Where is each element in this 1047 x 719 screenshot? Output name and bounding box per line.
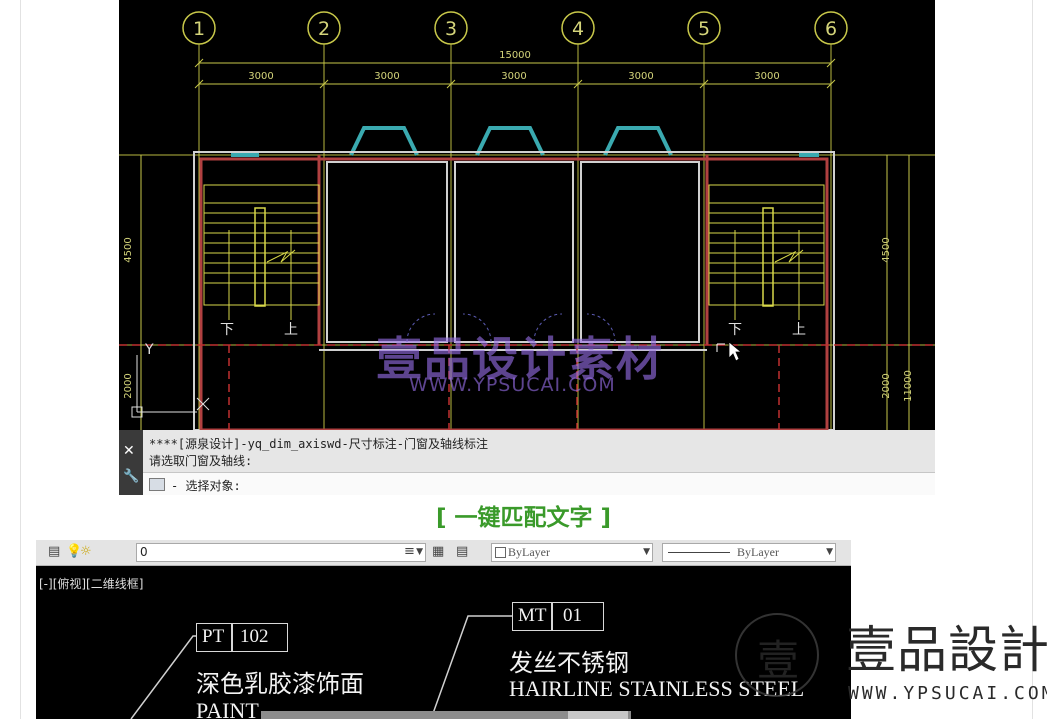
- tag-divider: [551, 603, 553, 630]
- dim-right-4500: 4500: [881, 237, 892, 262]
- svg-text:6: 6: [825, 18, 837, 40]
- tag-code: MT: [518, 605, 547, 626]
- logo-name: 壹品設計: [846, 621, 1047, 679]
- cad-floorplan-screenshot: 1 2 3 4 5 6 15000 3000 3000 3000 3000 30…: [119, 0, 935, 495]
- axis-bubble-4: 4: [561, 11, 595, 45]
- command-input[interactable]: - 选择对象:: [143, 472, 935, 495]
- dialog-titlebar-edge: [568, 711, 628, 719]
- dim-overall: 15000: [499, 50, 531, 61]
- section-caption: [ 一键匹配文字 ]: [435, 505, 612, 531]
- bay-windows: [231, 126, 819, 157]
- dim-bay-4: 3000: [628, 71, 653, 82]
- axis-bubble-3: 3: [434, 11, 468, 45]
- tag-number: 01: [563, 605, 582, 626]
- page-border-left: [20, 0, 21, 719]
- command-line-sidebar: ✕ 🔧: [119, 430, 143, 495]
- dim-left-2000: 2000: [123, 373, 134, 398]
- ucs-icon: [131, 355, 210, 418]
- dim-right-11000: 11000: [903, 370, 914, 402]
- svg-text:4: 4: [572, 18, 584, 40]
- material-en-text[interactable]: PAINT: [196, 698, 259, 719]
- stair-left: [203, 184, 320, 320]
- ucs-y-label: Y: [144, 342, 154, 358]
- cad-text-screenshot: ▤ 💡 ☼ 0 ▼ ≡ ▦ ▤ ByLayer ▼ ByLayer ▼ [-][…: [36, 540, 851, 719]
- axis-bubble-6: 6: [814, 11, 848, 45]
- material-cn-text[interactable]: 深色乳胶漆饰面: [196, 664, 364, 699]
- axis-bubble-5: 5: [687, 11, 721, 45]
- axis-bubble-1: 1: [182, 11, 216, 45]
- svg-text:3: 3: [445, 18, 457, 40]
- command-history-line-2: 请选取门窗及轴线:: [149, 454, 253, 468]
- dim-bay-5: 3000: [754, 71, 779, 82]
- svg-text:5: 5: [698, 18, 710, 40]
- axis-bubble-2: 2: [307, 11, 341, 45]
- material-tag-mt[interactable]: MT 01: [512, 602, 604, 631]
- close-icon[interactable]: ✕: [123, 443, 135, 459]
- wrench-icon[interactable]: 🔧: [123, 469, 139, 485]
- command-history-line-1: ****[源泉设计]-yq_dim_axiswd-尺寸标注-门窗及轴线标注: [149, 437, 488, 451]
- tag-number: 102: [240, 626, 269, 647]
- watermark-url: WWW.YPSUCAI.COM: [409, 374, 616, 396]
- dim-bay-3: 3000: [501, 71, 526, 82]
- command-prompt-text: - 选择对象:: [171, 479, 241, 493]
- stair-right: [708, 184, 825, 320]
- tag-divider: [231, 624, 233, 651]
- command-line-panel: ✕ 🔧 ****[源泉设计]-yq_dim_axiswd-尺寸标注-门窗及轴线标…: [119, 430, 935, 495]
- material-cn-text[interactable]: 发丝不锈钢: [509, 643, 629, 678]
- stair-left-down-label: 下: [220, 322, 234, 338]
- logo-url: WWW.YPSUCAI.COM: [848, 683, 1047, 704]
- stair-left-up-label: 上: [284, 322, 298, 338]
- svg-text:2: 2: [318, 18, 330, 40]
- dim-bay-1: 3000: [248, 71, 273, 82]
- axis-bubbles: 1 2 3 4 5 6: [182, 11, 848, 45]
- dim-left-4500: 4500: [123, 237, 134, 262]
- svg-text:1: 1: [193, 18, 205, 40]
- material-tag-pt[interactable]: PT 102: [196, 623, 288, 652]
- stair-right-down-label: 下: [728, 322, 742, 338]
- tag-code: PT: [202, 626, 225, 647]
- command-prompt-icon[interactable]: [149, 478, 165, 491]
- dim-right-2000: 2000: [881, 373, 892, 398]
- logo-mark-char: 壹: [757, 636, 800, 685]
- dim-bay-2: 3000: [374, 71, 399, 82]
- stair-right-up-label: 上: [792, 322, 806, 338]
